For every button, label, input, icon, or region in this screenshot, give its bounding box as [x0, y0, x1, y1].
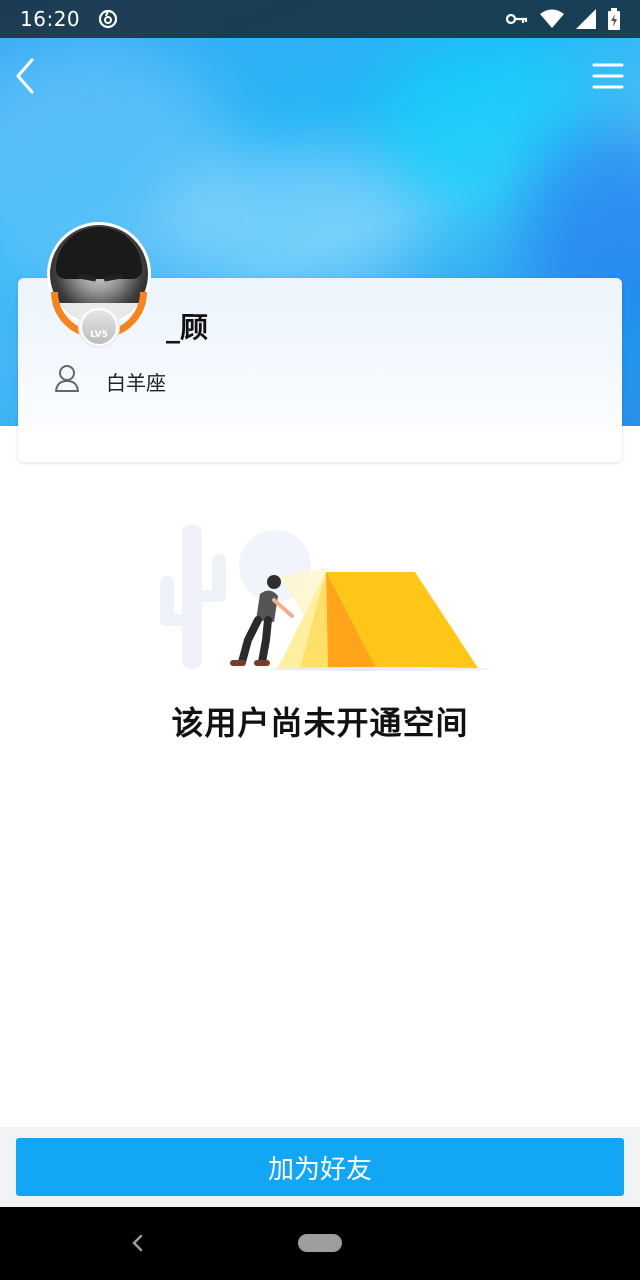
person-icon — [55, 365, 79, 392]
back-button[interactable] — [8, 54, 48, 98]
constellation-label: 白羊座 — [106, 371, 166, 395]
netease-music-icon — [99, 9, 118, 29]
vpn-key-icon — [506, 13, 528, 25]
profile-screen: 16:20 LV5 _顾 白羊座 该用户尚未开通空间 加为好友 — [0, 0, 640, 1280]
status-time: 16:20 — [20, 7, 81, 31]
system-back-icon[interactable] — [128, 1230, 148, 1256]
signal-icon — [576, 9, 596, 29]
level-badge: LV5 — [78, 306, 120, 348]
username: _顾 — [166, 311, 209, 344]
status-bar: 16:20 — [0, 0, 640, 38]
empty-state-message: 该用户尚未开通空间 — [171, 704, 469, 742]
hamburger-menu-icon[interactable] — [590, 58, 626, 94]
level-badge-text: LV5 — [82, 310, 116, 344]
system-home-pill[interactable] — [298, 1234, 342, 1252]
add-friend-button[interactable]: 加为好友 — [16, 1138, 624, 1196]
battery-icon — [608, 8, 620, 30]
wifi-icon — [540, 9, 564, 28]
avatar[interactable]: LV5 — [47, 222, 151, 348]
person-pitching-tent-illustration — [160, 524, 490, 671]
